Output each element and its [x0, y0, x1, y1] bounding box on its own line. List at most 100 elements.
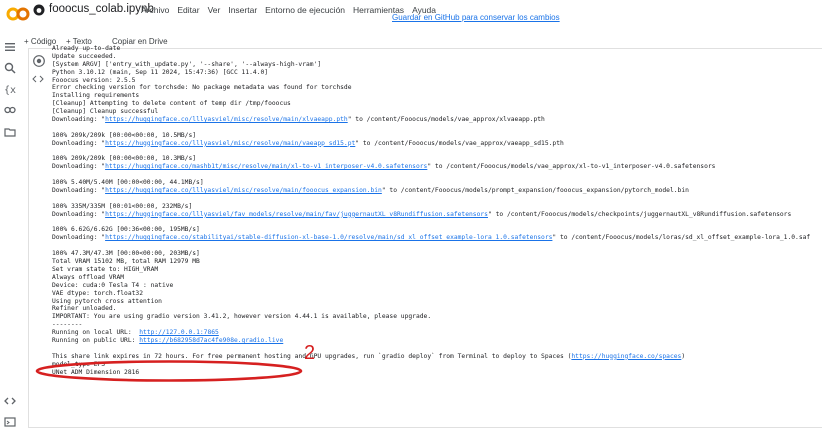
- output-link[interactable]: http://127.0.0.1:7865: [139, 329, 219, 336]
- output-line: Downloading: "https://huggingface.co/lll…: [52, 187, 822, 195]
- output-text: Downloading: ": [52, 234, 106, 242]
- colab-logo[interactable]: [6, 7, 30, 21]
- output-line: VAE dtype: torch.float32: [52, 290, 822, 298]
- output-link[interactable]: https://huggingface.co/lllyasviel/misc/r…: [105, 116, 348, 123]
- output-text: 100% 5.40M/5.40M [00:00<00:00, 44.1MB/s]: [52, 179, 204, 187]
- notebook-title[interactable]: fooocus_colab.ipynb: [49, 3, 154, 15]
- output-text: --------: [52, 321, 83, 329]
- output-text: Downloading: ": [52, 187, 106, 195]
- annotation-ellipse: [35, 360, 303, 382]
- folder-icon[interactable]: [4, 126, 16, 138]
- output-line: Downloading: "https://huggingface.co/mas…: [52, 163, 822, 171]
- output-line: Downloading: "https://huggingface.co/lll…: [52, 211, 822, 219]
- top-bar: fooocus_colab.ipynb Archivo Editar Ver I…: [0, 0, 822, 34]
- output-text: [System ARGV] ['entry_with_update.py', '…: [52, 60, 322, 68]
- output-text: Downloading: ": [52, 139, 106, 147]
- menu-archivo[interactable]: Archivo: [141, 5, 169, 15]
- output-line: Downloading: "https://huggingface.co/sta…: [52, 234, 822, 242]
- output-text: Always offload VRAM: [52, 273, 125, 281]
- output-text: Error checking version for torchsde: No …: [52, 84, 352, 92]
- output-line: Running on local URL: http://127.0.0.1:7…: [52, 329, 822, 337]
- key-icon[interactable]: [4, 104, 16, 116]
- output-link[interactable]: https://huggingface.co/mashb1t/misc/reso…: [105, 163, 427, 170]
- search-icon[interactable]: [4, 62, 16, 74]
- menu-editar[interactable]: Editar: [177, 5, 199, 15]
- output-line: Total VRAM 15102 MB, total RAM 12979 MB: [52, 258, 822, 266]
- output-line: Installing requirements: [52, 92, 822, 100]
- output-text: Running on public URL:: [52, 336, 140, 344]
- annotation-number: 2: [304, 342, 316, 364]
- output-line: [System ARGV] ['entry_with_update.py', '…: [52, 61, 822, 69]
- output-text: 100% 209k/209k [00:00<00:00, 10.3MB/s]: [52, 155, 197, 163]
- output-text: Using pytorch cross attention: [52, 297, 162, 305]
- output-line: Device: cuda:0 Tesla T4 : native: [52, 282, 822, 290]
- output-text: IMPORTANT: You are using gradio version …: [52, 313, 432, 321]
- variables-icon[interactable]: {x}: [4, 83, 16, 95]
- svg-text:{x}: {x}: [4, 85, 16, 95]
- output-text: Installing requirements: [52, 92, 140, 100]
- output-text: Fooocus version: 2.5.5: [52, 76, 136, 84]
- output-text: [Cleanup] Cleanup successful: [52, 108, 159, 116]
- output-line: 100% 335M/335M [00:01<00:00, 232MB/s]: [52, 203, 822, 211]
- output-actions-icon[interactable]: [30, 72, 50, 86]
- output-text: " to /content/Fooocus/models/vae_approx/…: [427, 163, 716, 171]
- run-cell-icon[interactable]: [33, 55, 45, 67]
- output-text: VAE dtype: torch.float32: [52, 289, 143, 297]
- menu-ver[interactable]: Ver: [208, 5, 221, 15]
- output-text: Downloading: ": [52, 116, 106, 124]
- output-text: " to /content/Fooocus/models/prompt_expa…: [381, 187, 689, 195]
- output-text: Running on local URL:: [52, 329, 140, 337]
- output-line: Fooocus version: 2.5.5: [52, 77, 822, 85]
- output-link[interactable]: https://b682958d7ac4fe908e.gradio.live: [139, 337, 283, 344]
- output-text: Python 3.10.12 (main, Sep 11 2024, 15:47…: [52, 68, 269, 76]
- output-text: [Cleanup] Attempting to delete content o…: [52, 100, 291, 108]
- output-text: Update succeeded.: [52, 52, 117, 60]
- output-line: IMPORTANT: You are using gradio version …: [52, 313, 822, 321]
- output-text: 100% 47.3M/47.3M [00:00<00:00, 203MB/s]: [52, 250, 200, 258]
- menu-icon[interactable]: [4, 41, 16, 53]
- output-line: Update succeeded.: [52, 53, 822, 61]
- output-text: Downloading: ": [52, 163, 106, 171]
- output-text: " to /content/Fooocus/models/vae_approx/…: [355, 139, 564, 147]
- output-line: 100% 5.40M/5.40M [00:00<00:00, 44.1MB/s]: [52, 179, 822, 187]
- output-line: 100% 209k/209k [00:00<00:00, 10.5MB/s]: [52, 132, 822, 140]
- output-line: Python 3.10.12 (main, Sep 11 2024, 15:47…: [52, 69, 822, 77]
- output-line: Downloading: "https://huggingface.co/lll…: [52, 140, 822, 148]
- output-line: Refiner unloaded.: [52, 305, 822, 313]
- save-to-github-link[interactable]: Guardar en GitHub para conservar los cam…: [392, 13, 560, 22]
- output-line: [Cleanup] Attempting to delete content o…: [52, 100, 822, 108]
- output-line: Downloading: "https://huggingface.co/lll…: [52, 116, 822, 124]
- menu-entorno[interactable]: Entorno de ejecución: [265, 5, 345, 15]
- output-line: Already up-to-date: [52, 45, 822, 53]
- output-text: Total VRAM 15102 MB, total RAM 12979 MB: [52, 258, 200, 266]
- output-text: Set vram state to: HIGH_VRAM: [52, 265, 159, 273]
- code-snippets-icon[interactable]: [4, 395, 16, 407]
- output-link[interactable]: https://huggingface.co/lllyasviel/misc/r…: [105, 140, 355, 147]
- output-text: " to /content/Fooocus/models/loras/sd_xl…: [552, 234, 811, 242]
- cell-output: Already up-to-date Update succeeded. [Syst…: [52, 45, 822, 376]
- output-link[interactable]: https://huggingface.co/stabilityai/stabl…: [105, 234, 552, 241]
- output-text: 100% 6.62G/6.62G [00:36<00:00, 195MB/s]: [52, 226, 200, 234]
- output-link[interactable]: https://huggingface.co/lllyasviel/misc/r…: [105, 187, 382, 194]
- output-text: " to /content/Fooocus/models/checkpoints…: [487, 210, 792, 218]
- left-sidebar: {x}: [0, 34, 20, 432]
- output-link[interactable]: https://huggingface.co/lllyasviel/fav_mo…: [105, 211, 488, 218]
- output-line: 100% 209k/209k [00:00<00:00, 10.3MB/s]: [52, 155, 822, 163]
- menu-insertar[interactable]: Insertar: [228, 5, 257, 15]
- output-line: 100% 6.62G/6.62G [00:36<00:00, 195MB/s]: [52, 226, 822, 234]
- output-line: Error checking version for torchsde: No …: [52, 84, 822, 92]
- output-link[interactable]: https://huggingface.co/spaces: [571, 353, 681, 360]
- output-line: 100% 47.3M/47.3M [00:00<00:00, 203MB/s]: [52, 250, 822, 258]
- output-text: Downloading: ": [52, 210, 106, 218]
- output-text: ): [681, 352, 686, 360]
- terminal-icon[interactable]: [4, 416, 16, 428]
- output-line: --------: [52, 321, 822, 329]
- output-line: [Cleanup] Cleanup successful: [52, 108, 822, 116]
